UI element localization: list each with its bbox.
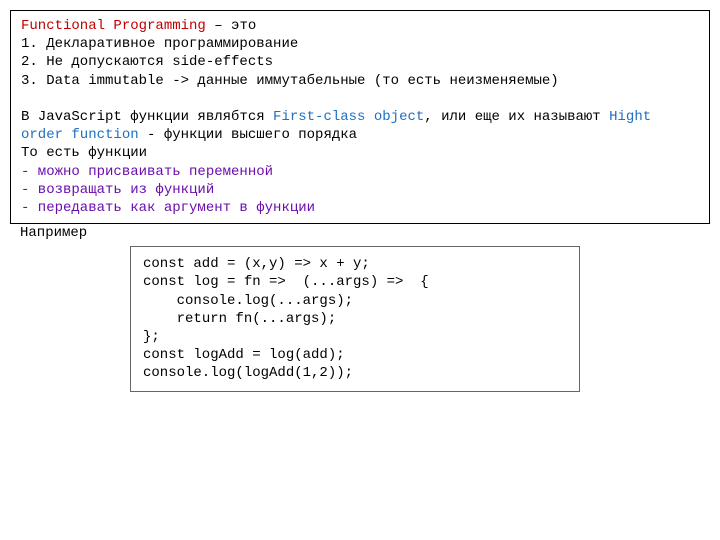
first-class-object: First-class object xyxy=(273,109,424,125)
code-line-3: const log = fn => (...args) => { xyxy=(143,273,567,291)
bullet-pass: - передавать как аргумент в функции xyxy=(21,199,699,217)
code-line-5: return fn(...args); xyxy=(143,310,567,328)
paragraph-js: В JavaScript функции являбтся First-clas… xyxy=(21,108,699,144)
code-box: const add = (x,y) => x + y; const log = … xyxy=(130,246,580,391)
point-2: 2. Не допускаются side-effects xyxy=(21,53,699,71)
code-line-6: }; xyxy=(143,328,567,346)
code-line-9: console.log(logAdd(1,2)); xyxy=(143,364,567,382)
that-is: То есть функции xyxy=(21,144,699,162)
point-3: 3. Data immutable -> данные иммутабельны… xyxy=(21,72,699,90)
fp-title-suffix: – это xyxy=(206,18,256,34)
example-label: Например xyxy=(10,224,710,242)
title-line: Functional Programming – это xyxy=(21,17,699,35)
point-1: 1. Декларативное программирование xyxy=(21,35,699,53)
bullet-return: - возвращать из функций xyxy=(21,181,699,199)
notes-box: Functional Programming – это 1. Декларат… xyxy=(10,10,710,224)
bullet-assign: - можно присваивать переменной xyxy=(21,163,699,181)
code-line-1: const add = (x,y) => x + y; xyxy=(143,255,567,273)
fp-title: Functional Programming xyxy=(21,18,206,34)
code-line-8: const logAdd = log(add); xyxy=(143,346,567,364)
code-line-4: console.log(...args); xyxy=(143,292,567,310)
